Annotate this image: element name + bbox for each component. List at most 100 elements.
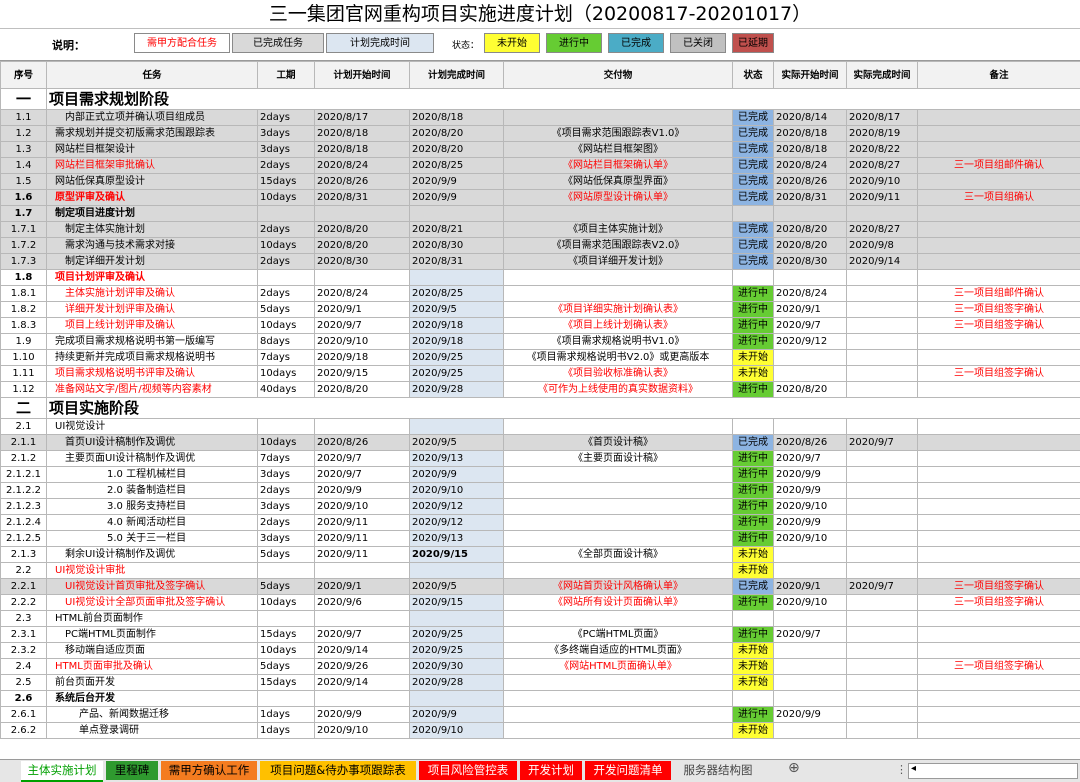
- cell-number[interactable]: 1.8.2: [1, 302, 47, 318]
- cell-plan-start[interactable]: 2020/9/26: [315, 659, 410, 675]
- cell-task[interactable]: 项目需求规格说明书评审及确认: [47, 366, 258, 382]
- cell-plan-end[interactable]: 2020/8/25: [410, 158, 504, 174]
- cell-note[interactable]: 三一项目组签字确认: [918, 366, 1080, 382]
- add-sheet-icon[interactable]: ⊕: [788, 760, 800, 776]
- cell-note[interactable]: [918, 675, 1080, 691]
- cell-actual-start[interactable]: 2020/8/20: [774, 222, 847, 238]
- cell-duration[interactable]: 40days: [258, 382, 315, 398]
- cell-task[interactable]: 单点登录调研: [47, 723, 258, 739]
- cell-plan-start[interactable]: 2020/8/18: [315, 142, 410, 158]
- cell-plan-start[interactable]: 2020/8/18: [315, 126, 410, 142]
- cell-actual-start[interactable]: 2020/8/31: [774, 190, 847, 206]
- cell-plan-start[interactable]: 2020/8/20: [315, 222, 410, 238]
- cell-number[interactable]: 2.1.2.3: [1, 499, 47, 515]
- cell-actual-start[interactable]: [774, 350, 847, 366]
- cell-plan-end[interactable]: 2020/9/25: [410, 643, 504, 659]
- cell-plan-end[interactable]: 2020/9/28: [410, 675, 504, 691]
- cell-deliverable[interactable]: 《网站所有设计页面确认单》: [504, 595, 733, 611]
- cell-status[interactable]: [733, 270, 774, 286]
- cell-actual-start[interactable]: [774, 611, 847, 627]
- cell-number[interactable]: 1.7.2: [1, 238, 47, 254]
- cell-duration[interactable]: 15days: [258, 627, 315, 643]
- cell-status[interactable]: 未开始: [733, 350, 774, 366]
- cell-plan-end[interactable]: 2020/9/5: [410, 435, 504, 451]
- cell-plan-start[interactable]: 2020/8/26: [315, 435, 410, 451]
- cell-duration[interactable]: 10days: [258, 190, 315, 206]
- phase-name[interactable]: 项目实施阶段: [47, 398, 1080, 419]
- cell-task[interactable]: 5.0 关于三一栏目: [47, 531, 258, 547]
- cell-note[interactable]: [918, 350, 1080, 366]
- cell-actual-end[interactable]: [847, 515, 918, 531]
- cell-actual-start[interactable]: 2020/9/9: [774, 515, 847, 531]
- cell-actual-start[interactable]: 2020/8/14: [774, 110, 847, 126]
- cell-number[interactable]: 1.7.1: [1, 222, 47, 238]
- cell-plan-start[interactable]: 2020/9/10: [315, 334, 410, 350]
- cell-actual-end[interactable]: [847, 483, 918, 499]
- cell-status[interactable]: 未开始: [733, 547, 774, 563]
- cell-task[interactable]: 网站栏目框架审批确认: [47, 158, 258, 174]
- cell-duration[interactable]: 10days: [258, 366, 315, 382]
- cell-number[interactable]: 1.11: [1, 366, 47, 382]
- cell-deliverable[interactable]: [504, 563, 733, 579]
- cell-actual-end[interactable]: 2020/9/10: [847, 174, 918, 190]
- col-header[interactable]: 实际完成时间: [847, 62, 918, 89]
- cell-actual-start[interactable]: 2020/8/26: [774, 435, 847, 451]
- phase-number[interactable]: 二: [1, 398, 47, 419]
- cell-duration[interactable]: 5days: [258, 547, 315, 563]
- cell-deliverable[interactable]: [504, 110, 733, 126]
- cell-plan-end[interactable]: 2020/9/30: [410, 659, 504, 675]
- cell-actual-end[interactable]: [847, 419, 918, 435]
- cell-plan-start[interactable]: [315, 419, 410, 435]
- cell-actual-start[interactable]: 2020/8/18: [774, 142, 847, 158]
- cell-number[interactable]: 1.2: [1, 126, 47, 142]
- tab-server-diagram[interactable]: 服务器结构图: [676, 761, 760, 780]
- cell-deliverable[interactable]: 《网站HTML页面确认单》: [504, 659, 733, 675]
- phase-name[interactable]: 项目需求规划阶段: [47, 89, 1080, 110]
- cell-status[interactable]: 进行中: [733, 302, 774, 318]
- cell-actual-end[interactable]: 2020/8/17: [847, 110, 918, 126]
- cell-duration[interactable]: 3days: [258, 142, 315, 158]
- cell-plan-end[interactable]: [410, 270, 504, 286]
- cell-status[interactable]: 进行中: [733, 595, 774, 611]
- cell-status[interactable]: 未开始: [733, 366, 774, 382]
- cell-plan-start[interactable]: 2020/9/18: [315, 350, 410, 366]
- cell-duration[interactable]: 15days: [258, 675, 315, 691]
- cell-note[interactable]: [918, 611, 1080, 627]
- cell-note[interactable]: [918, 451, 1080, 467]
- cell-task[interactable]: 2.0 装备制造栏目: [47, 483, 258, 499]
- cell-plan-start[interactable]: 2020/8/20: [315, 238, 410, 254]
- cell-plan-start[interactable]: 2020/9/11: [315, 547, 410, 563]
- cell-deliverable[interactable]: [504, 270, 733, 286]
- cell-note[interactable]: [918, 723, 1080, 739]
- cell-note[interactable]: [918, 515, 1080, 531]
- cell-task[interactable]: 主要页面UI设计稿制作及调优: [47, 451, 258, 467]
- cell-number[interactable]: 1.8.1: [1, 286, 47, 302]
- cell-deliverable[interactable]: 《项目详细实施计划确认表》: [504, 302, 733, 318]
- cell-number[interactable]: 2.4: [1, 659, 47, 675]
- cell-note[interactable]: 三一项目组邮件确认: [918, 158, 1080, 174]
- cell-duration[interactable]: 15days: [258, 174, 315, 190]
- cell-deliverable[interactable]: 《项目需求规格说明书V1.0》: [504, 334, 733, 350]
- cell-task[interactable]: UI视觉设计首页审批及签字确认: [47, 579, 258, 595]
- cell-status[interactable]: [733, 611, 774, 627]
- cell-plan-end[interactable]: 2020/9/28: [410, 382, 504, 398]
- cell-plan-end[interactable]: 2020/9/25: [410, 350, 504, 366]
- cell-status[interactable]: 未开始: [733, 643, 774, 659]
- tab-main-plan[interactable]: 主体实施计划: [21, 761, 103, 782]
- cell-status[interactable]: 已完成: [733, 238, 774, 254]
- cell-actual-start[interactable]: 2020/9/10: [774, 531, 847, 547]
- cell-number[interactable]: 2.2.1: [1, 579, 47, 595]
- cell-actual-start[interactable]: 2020/9/7: [774, 627, 847, 643]
- cell-deliverable[interactable]: 《网站低保真原型界面》: [504, 174, 733, 190]
- cell-deliverable[interactable]: 《项目上线计划确认表》: [504, 318, 733, 334]
- cell-duration[interactable]: [258, 611, 315, 627]
- cell-actual-end[interactable]: [847, 302, 918, 318]
- cell-deliverable[interactable]: [504, 531, 733, 547]
- cell-duration[interactable]: [258, 270, 315, 286]
- cell-number[interactable]: 2.6.2: [1, 723, 47, 739]
- cell-status[interactable]: 未开始: [733, 723, 774, 739]
- cell-number[interactable]: 1.6: [1, 190, 47, 206]
- cell-status[interactable]: 已完成: [733, 110, 774, 126]
- cell-deliverable[interactable]: 《项目验收标准确认表》: [504, 366, 733, 382]
- cell-plan-start[interactable]: [315, 270, 410, 286]
